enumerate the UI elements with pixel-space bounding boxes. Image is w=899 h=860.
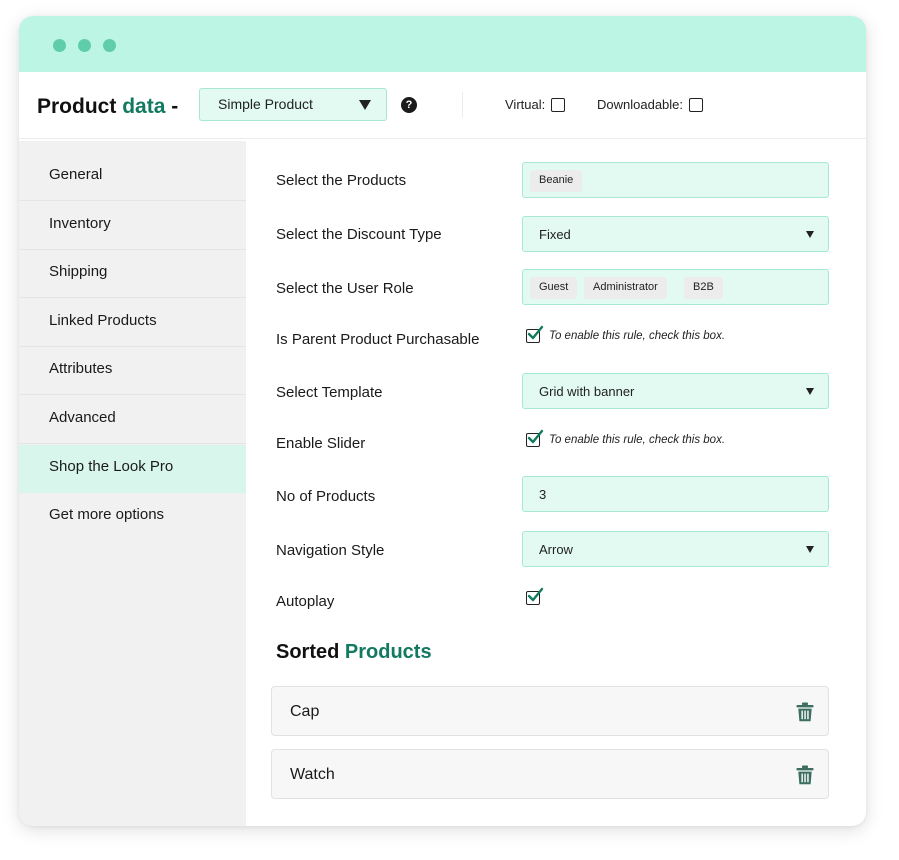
downloadable-option: Downloadable: bbox=[597, 97, 704, 112]
checkmark-icon bbox=[527, 325, 544, 340]
title-prefix: Product bbox=[37, 95, 117, 118]
tab-attributes[interactable]: Attributes bbox=[19, 347, 246, 395]
help-icon[interactable]: ? bbox=[401, 97, 417, 113]
virtual-option: Virtual: bbox=[505, 97, 566, 112]
trash-icon[interactable] bbox=[796, 702, 814, 722]
autoplay-label: Autoplay bbox=[276, 593, 335, 610]
parent-purchasable-checkbox[interactable] bbox=[526, 325, 544, 343]
virtual-checkbox[interactable] bbox=[551, 98, 566, 112]
autoplay-checkbox[interactable] bbox=[526, 587, 544, 605]
window-titlebar bbox=[19, 16, 866, 72]
page-title: Product data - bbox=[37, 95, 178, 119]
role-chip-b2b[interactable]: B2B bbox=[684, 277, 723, 299]
trash-icon[interactable] bbox=[796, 765, 814, 785]
product-data-window: Product data - Simple Product ? Virtual:… bbox=[19, 16, 866, 826]
virtual-label: Virtual: bbox=[505, 97, 546, 112]
title-accent: data bbox=[122, 95, 166, 118]
product-count-label: No of Products bbox=[276, 488, 376, 505]
products-label: Select the Products bbox=[276, 172, 407, 189]
template-value: Grid with banner bbox=[539, 384, 635, 399]
window-dot-2 bbox=[78, 39, 91, 52]
user-role-select[interactable]: Guest Administrator B2B bbox=[522, 269, 829, 305]
tab-linked-products[interactable]: Linked Products bbox=[19, 299, 246, 347]
enable-slider-checkbox[interactable] bbox=[526, 429, 544, 447]
checkmark-icon bbox=[527, 429, 544, 444]
parent-purchasable-label: Is Parent Product Purchasable bbox=[276, 331, 480, 348]
downloadable-checkbox[interactable] bbox=[689, 98, 704, 112]
tab-shop-the-look-pro[interactable]: Shop the Look Pro bbox=[19, 445, 246, 493]
sorted-product-item[interactable]: Cap bbox=[271, 686, 829, 736]
discount-type-select[interactable]: Fixed bbox=[522, 216, 829, 252]
tab-general[interactable]: General bbox=[19, 153, 246, 201]
dropdown-triangle-icon bbox=[359, 100, 371, 110]
product-type-select[interactable]: Simple Product bbox=[199, 88, 387, 121]
template-select[interactable]: Grid with banner bbox=[522, 373, 829, 409]
title-suffix: - bbox=[165, 95, 179, 118]
sorted-products-title: Sorted Products bbox=[276, 641, 432, 664]
product-data-tabs: General Inventory Shipping Linked Produc… bbox=[19, 141, 246, 826]
role-chip-guest[interactable]: Guest bbox=[530, 277, 578, 299]
tab-inventory[interactable]: Inventory bbox=[19, 202, 246, 250]
template-label: Select Template bbox=[276, 384, 383, 401]
product-count-input[interactable]: 3 bbox=[522, 476, 829, 512]
role-chip-administrator[interactable]: Administrator bbox=[584, 277, 667, 299]
sorted-product-item[interactable]: Watch bbox=[271, 749, 829, 799]
product-chip[interactable]: Beanie bbox=[530, 170, 583, 192]
tab-advanced[interactable]: Advanced bbox=[19, 396, 246, 444]
window-dot-3 bbox=[103, 39, 116, 52]
sorted-product-name: Watch bbox=[290, 766, 335, 783]
user-role-label: Select the User Role bbox=[276, 280, 414, 297]
chevron-down-icon bbox=[806, 546, 814, 553]
discount-type-label: Select the Discount Type bbox=[276, 226, 442, 243]
product-type-value: Simple Product bbox=[218, 96, 313, 112]
enable-slider-label: Enable Slider bbox=[276, 435, 366, 452]
navigation-style-label: Navigation Style bbox=[276, 542, 385, 559]
sorted-title-accent: Products bbox=[344, 641, 432, 663]
tab-get-more-options[interactable]: Get more options bbox=[19, 493, 246, 541]
products-select[interactable]: Beanie bbox=[522, 162, 829, 198]
navigation-style-select[interactable]: Arrow bbox=[522, 531, 829, 567]
sorted-product-name: Cap bbox=[290, 703, 320, 720]
header-divider bbox=[462, 92, 463, 118]
window-dot-1 bbox=[53, 39, 66, 52]
enable-slider-hint: To enable this rule, check this box. bbox=[549, 434, 726, 446]
checkmark-icon bbox=[527, 587, 544, 602]
product-count-value: 3 bbox=[539, 487, 547, 502]
navigation-style-value: Arrow bbox=[539, 542, 573, 557]
chevron-down-icon bbox=[806, 231, 814, 238]
sorted-title-prefix: Sorted bbox=[276, 641, 340, 663]
chevron-down-icon bbox=[806, 388, 814, 395]
tab-shipping[interactable]: Shipping bbox=[19, 250, 246, 298]
product-data-header: Product data - Simple Product ? Virtual:… bbox=[19, 72, 866, 139]
downloadable-label: Downloadable: bbox=[597, 97, 684, 112]
discount-type-value: Fixed bbox=[539, 227, 571, 242]
parent-purchasable-hint: To enable this rule, check this box. bbox=[549, 330, 726, 342]
